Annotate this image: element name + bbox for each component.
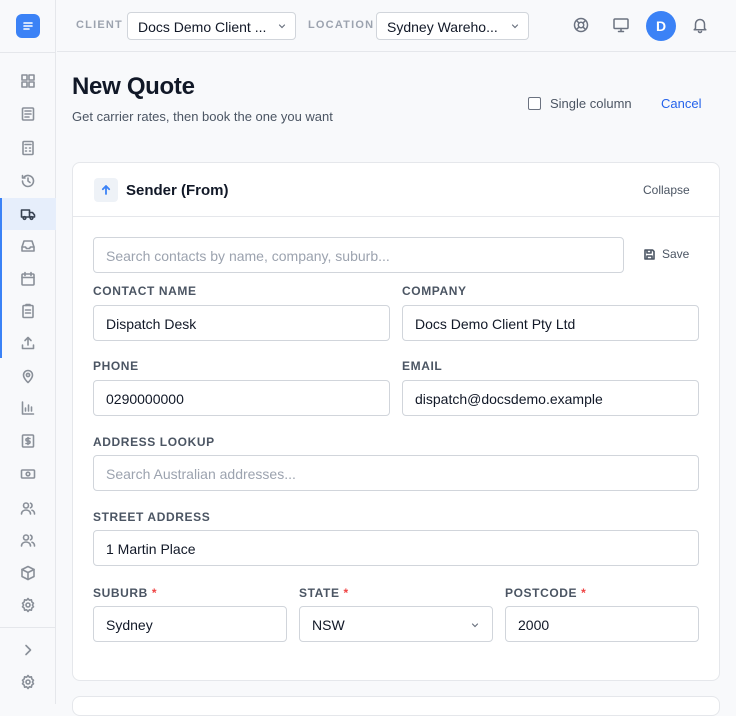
location-select[interactable]: Sydney Wareho... [376,12,529,40]
dashboard-icon[interactable] [0,65,56,97]
sidebar [0,0,56,704]
location-label: LOCATION [308,19,375,31]
sender-card: Sender (From) Collapse Search contacts b… [72,162,720,681]
state-label: STATE * [299,586,349,600]
phone-label: PHONE [93,359,139,373]
user-avatar[interactable]: D [646,11,676,41]
street-address-input[interactable]: 1 Martin Place [93,530,699,566]
contact-name-input[interactable]: Dispatch Desk [93,305,390,341]
postcode-label-text: POSTCODE [505,586,578,600]
sidebar-divider [0,52,56,53]
postcode-label: POSTCODE * [505,586,586,600]
arrow-up-icon [94,178,118,202]
upload-icon[interactable] [0,327,56,359]
client-select[interactable]: Docs Demo Client ... [127,12,296,40]
box-icon[interactable] [0,557,56,589]
bell-icon[interactable] [691,16,709,34]
contacts-icon[interactable] [0,524,56,556]
street-address-label: STREET ADDRESS [93,510,211,524]
phone-input[interactable]: 0290000000 [93,380,390,416]
cancel-button[interactable]: Cancel [661,96,701,111]
state-label-text: STATE [299,586,340,600]
settings-icon[interactable] [0,589,56,621]
page-subtitle: Get carrier rates, then book the one you… [72,109,333,124]
save-icon [644,248,655,260]
top-bar: CLIENT Docs Demo Client ... LOCATION Syd… [57,0,736,52]
email-label: EMAIL [402,359,443,373]
map-pin-icon[interactable] [0,360,56,392]
calendar-icon[interactable] [0,263,56,295]
sender-card-title: Sender (From) [126,182,229,199]
chevron-down-icon [511,24,519,29]
client-label: CLIENT [76,19,123,31]
help-lifebuoy-icon[interactable] [572,16,590,34]
app-logo-icon[interactable] [16,14,40,38]
company-input[interactable]: Docs Demo Client Pty Ltd [402,305,699,341]
save-contact-button[interactable]: Save [643,247,689,261]
clipboard-icon[interactable] [0,295,56,327]
state-select[interactable]: NSW [299,606,493,642]
required-marker: * [343,586,349,600]
monitor-icon[interactable] [612,16,630,34]
sender-card-header: Sender (From) Collapse [73,163,719,217]
save-label: Save [662,247,690,261]
history-icon[interactable] [0,165,56,197]
active-section-indicator [0,198,2,358]
suburb-label-text: SUBURB [93,586,148,600]
state-select-value: NSW [312,617,345,633]
address-lookup-label: ADDRESS LOOKUP [93,435,215,449]
address-lookup-input[interactable]: Search Australian addresses... [93,455,699,491]
users-icon[interactable] [0,492,56,524]
postcode-input[interactable]: 2000 [505,606,699,642]
chevron-down-icon [471,623,479,628]
truck-icon[interactable] [0,198,56,230]
suburb-input[interactable]: Sydney [93,606,287,642]
inbox-icon[interactable] [0,230,56,262]
dollar-icon[interactable] [0,425,56,457]
email-input[interactable]: dispatch@docsdemo.example [402,380,699,416]
next-section-card [72,696,720,716]
calculator-icon[interactable] [0,132,56,164]
collapse-button[interactable]: Collapse [643,183,690,197]
chevron-down-icon [278,24,286,29]
bar-chart-icon[interactable] [0,392,56,424]
ledger-icon[interactable] [0,98,56,130]
single-column-checkbox[interactable] [528,97,541,110]
settings-bottom-icon[interactable] [0,666,56,698]
single-column-toggle[interactable]: Single column [528,96,632,111]
suburb-label: SUBURB * [93,586,157,600]
single-column-label: Single column [550,96,632,111]
required-marker: * [581,586,587,600]
client-select-value: Docs Demo Client ... [138,19,267,35]
company-label: COMPANY [402,284,467,298]
chevron-right-icon[interactable] [0,634,56,666]
page-title: New Quote [72,73,195,100]
location-select-value: Sydney Wareho... [387,19,498,35]
cash-icon[interactable] [0,458,56,490]
contact-name-label: CONTACT NAME [93,284,197,298]
required-marker: * [151,586,158,600]
sidebar-divider-bottom [0,627,56,628]
contact-search-input[interactable]: Search contacts by name, company, suburb… [93,237,624,273]
